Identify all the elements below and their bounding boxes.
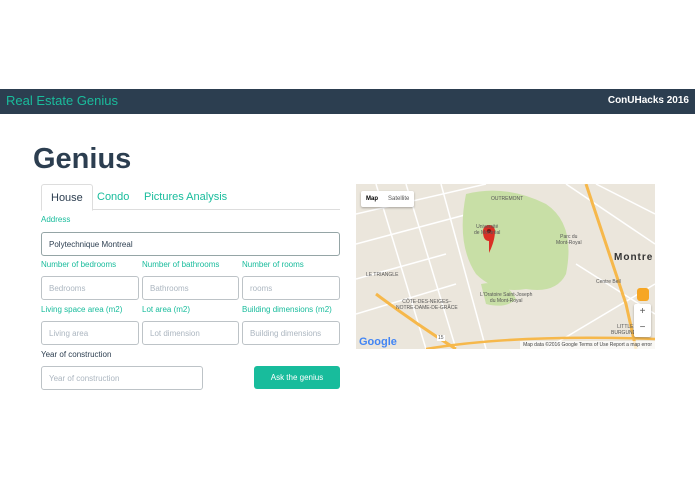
tab-house[interactable]: House — [41, 184, 93, 211]
lot-area-input[interactable] — [142, 321, 239, 345]
map-attribution[interactable]: Map data ©2016 Google Terms of Use Repor… — [520, 341, 655, 349]
tab-condo[interactable]: Condo — [88, 184, 138, 210]
zoom-control: + − — [634, 304, 651, 337]
page-title: Genius — [33, 143, 132, 175]
tab-bar: House Condo Pictures Analysis — [41, 184, 340, 211]
building-dimensions-label: Building dimensions (m2) — [242, 305, 332, 314]
google-logo[interactable]: Google — [359, 336, 397, 348]
bedrooms-input[interactable] — [41, 276, 139, 300]
pegman-icon[interactable] — [637, 288, 649, 301]
satellite-view-button[interactable]: Satellite — [383, 191, 414, 207]
rooms-input[interactable] — [242, 276, 340, 300]
brand-link[interactable]: Real Estate Genius — [6, 93, 118, 108]
bathrooms-input[interactable] — [142, 276, 239, 300]
living-area-label: Living space area (m2) — [41, 305, 123, 314]
map-label-parc: Parc du Mont-Royal — [556, 234, 582, 246]
living-area-input[interactable] — [41, 321, 139, 345]
map-label-cote: CÔTE-DES-NEIGES– NOTRE-DAME-DE-GRÂCE — [396, 299, 458, 311]
address-input[interactable] — [41, 232, 340, 256]
year-label: Year of construction — [41, 350, 112, 359]
map-label-outremont: OUTREMONT — [491, 196, 524, 202]
navbar: Real Estate Genius ConUHacks 2016 — [0, 89, 695, 114]
lot-area-label: Lot area (m2) — [142, 305, 191, 314]
building-dimensions-input[interactable] — [242, 321, 340, 345]
map-label-centre-bell: Centre Bell — [596, 279, 621, 285]
map-view-button[interactable]: Map — [361, 191, 383, 207]
ask-genius-button[interactable]: Ask the genius — [254, 366, 340, 389]
zoom-out-button[interactable]: − — [634, 320, 651, 336]
zoom-in-button[interactable]: + — [634, 304, 651, 320]
event-label[interactable]: ConUHacks 2016 — [608, 95, 689, 106]
map-type-control: Map Satellite — [361, 191, 415, 207]
map-label-montreal: Montre — [614, 252, 654, 263]
tab-pictures-analysis[interactable]: Pictures Analysis — [135, 184, 236, 210]
map-label-oratoire: L'Oratoire Saint-Joseph du Mont-Royal — [480, 292, 533, 304]
address-label: Address — [41, 215, 71, 224]
year-input[interactable] — [41, 366, 203, 390]
highway-shield: 15 — [437, 335, 445, 341]
bathrooms-label: Number of bathrooms — [142, 260, 220, 269]
bedrooms-label: Number of bedrooms — [41, 260, 117, 269]
map-label-triangle: LE TRIANGLE — [366, 272, 399, 278]
rooms-label: Number of rooms — [242, 260, 304, 269]
map[interactable]: Université de Montréal Parc du Mont-Roya… — [356, 184, 655, 349]
map-label-universite: Université de Montréal — [474, 224, 501, 236]
